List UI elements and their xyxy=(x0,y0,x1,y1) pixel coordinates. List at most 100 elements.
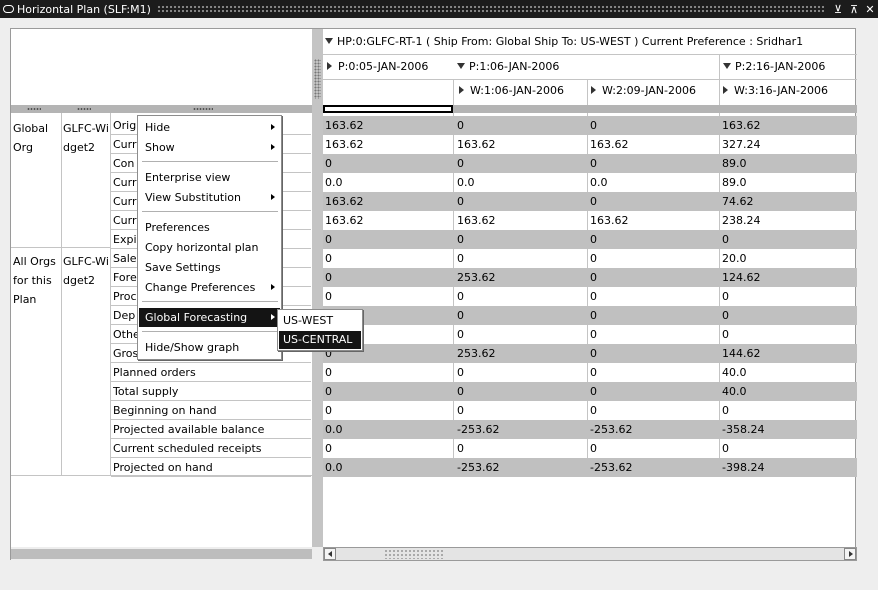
table-cell[interactable]: 0 xyxy=(590,195,597,208)
table-cell[interactable]: 0 xyxy=(325,404,332,417)
collapse-triangle-icon[interactable] xyxy=(325,38,333,44)
table-cell[interactable]: 0 xyxy=(590,290,597,303)
scrollbar-thumb[interactable] xyxy=(384,549,444,559)
menu-item-change-preferences[interactable]: Change Preferences xyxy=(139,278,280,297)
week-header-0[interactable]: W:1:06-JAN-2006 xyxy=(459,84,585,97)
collapse-triangle-icon[interactable] xyxy=(723,63,731,69)
expand-triangle-icon[interactable] xyxy=(327,62,332,70)
table-cell[interactable]: 0 xyxy=(590,119,597,132)
menu-item-hide-show-graph[interactable]: Hide/Show graph xyxy=(139,338,280,357)
table-cell[interactable]: 0 xyxy=(590,385,597,398)
week-header-1[interactable]: W:2:09-JAN-2006 xyxy=(591,84,717,97)
menu-item-hide[interactable]: Hide xyxy=(139,118,280,137)
table-cell[interactable]: 0 xyxy=(325,157,332,170)
menu-item-copy-horizontal-plan[interactable]: Copy horizontal plan xyxy=(139,238,280,257)
menu-item-save-settings[interactable]: Save Settings xyxy=(139,258,280,277)
table-cell[interactable]: 0 xyxy=(722,404,729,417)
restore-button[interactable]: ⊼ xyxy=(846,3,862,16)
table-cell[interactable]: -398.24 xyxy=(722,461,764,474)
table-cell[interactable]: 20.0 xyxy=(722,252,747,265)
selected-header-cell[interactable] xyxy=(323,105,453,113)
table-cell[interactable]: 0.0 xyxy=(590,176,608,189)
expand-triangle-icon[interactable] xyxy=(723,86,728,94)
period-header-2[interactable]: P:2:16-JAN-2006 xyxy=(723,60,855,73)
table-cell[interactable]: -253.62 xyxy=(457,423,499,436)
table-cell[interactable]: 0 xyxy=(325,442,332,455)
table-cell[interactable]: -253.62 xyxy=(590,461,632,474)
table-cell[interactable]: 0 xyxy=(590,366,597,379)
expand-triangle-icon[interactable] xyxy=(459,86,464,94)
table-cell[interactable]: 0 xyxy=(325,385,332,398)
table-cell[interactable]: 0.0 xyxy=(325,461,343,474)
horizontal-scrollbar[interactable] xyxy=(11,547,857,561)
table-cell[interactable]: 0 xyxy=(325,290,332,303)
table-cell[interactable]: 0 xyxy=(590,309,597,322)
table-cell[interactable]: 163.62 xyxy=(325,138,364,151)
table-cell[interactable]: 0.0 xyxy=(325,176,343,189)
expand-triangle-icon[interactable] xyxy=(591,86,596,94)
table-cell[interactable]: 74.62 xyxy=(722,195,754,208)
menu-item-preferences[interactable]: Preferences xyxy=(139,218,280,237)
table-cell[interactable]: 163.62 xyxy=(457,138,496,151)
table-cell[interactable]: 0 xyxy=(325,252,332,265)
table-cell[interactable]: 0 xyxy=(590,252,597,265)
table-cell[interactable]: 0 xyxy=(722,309,729,322)
minimize-button[interactable]: ⊻ xyxy=(830,3,846,16)
table-cell[interactable]: 0 xyxy=(325,366,332,379)
submenu-item-us-west[interactable]: US-WEST xyxy=(279,312,361,330)
period-header-0[interactable]: P:0:05-JAN-2006 xyxy=(327,60,451,73)
table-cell[interactable]: 0 xyxy=(590,157,597,170)
table-cell[interactable]: 0 xyxy=(325,271,332,284)
table-cell[interactable]: 0 xyxy=(590,442,597,455)
table-cell[interactable]: 0 xyxy=(457,157,464,170)
plan-header[interactable]: HP:0:GLFC-RT-1 ( Ship From: Global Ship … xyxy=(325,35,855,48)
menu-item-show[interactable]: Show xyxy=(139,138,280,157)
scroll-left-button[interactable] xyxy=(324,548,336,560)
vertical-splitter[interactable] xyxy=(312,29,323,561)
table-cell[interactable]: 144.62 xyxy=(722,347,761,360)
table-cell[interactable]: 163.62 xyxy=(722,119,761,132)
period-header-1[interactable]: P:1:06-JAN-2006 xyxy=(457,60,717,73)
window-menu-icon[interactable] xyxy=(3,5,14,13)
table-cell[interactable]: 0 xyxy=(457,309,464,322)
scroll-right-button[interactable] xyxy=(844,548,856,560)
table-cell[interactable]: 0 xyxy=(722,233,729,246)
table-cell[interactable]: -253.62 xyxy=(457,461,499,474)
menu-item-enterprise-view[interactable]: Enterprise view xyxy=(139,168,280,187)
week-header-2[interactable]: W:3:16-JAN-2006 xyxy=(723,84,855,97)
table-cell[interactable]: 0 xyxy=(457,195,464,208)
table-cell[interactable]: 89.0 xyxy=(722,157,747,170)
table-cell[interactable]: 163.62 xyxy=(457,214,496,227)
table-cell[interactable]: 40.0 xyxy=(722,385,747,398)
table-cell[interactable]: 327.24 xyxy=(722,138,761,151)
table-cell[interactable]: 0.0 xyxy=(325,423,343,436)
collapse-triangle-icon[interactable] xyxy=(457,63,465,69)
table-cell[interactable]: 0 xyxy=(457,404,464,417)
table-cell[interactable]: 0 xyxy=(722,442,729,455)
table-cell[interactable]: 0 xyxy=(457,233,464,246)
title-bar-grip[interactable] xyxy=(156,5,824,13)
table-cell[interactable]: 0.0 xyxy=(457,176,475,189)
table-cell[interactable]: 0 xyxy=(590,347,597,360)
table-cell[interactable]: 238.24 xyxy=(722,214,761,227)
table-cell[interactable]: 0 xyxy=(590,328,597,341)
table-cell[interactable]: 0 xyxy=(722,328,729,341)
table-cell[interactable]: 40.0 xyxy=(722,366,747,379)
menu-item-global-forecasting[interactable]: Global Forecasting xyxy=(139,308,280,327)
table-cell[interactable]: 163.62 xyxy=(590,214,629,227)
table-cell[interactable]: 253.62 xyxy=(457,271,496,284)
table-cell[interactable]: 124.62 xyxy=(722,271,761,284)
table-cell[interactable]: 89.0 xyxy=(722,176,747,189)
table-cell[interactable]: 0 xyxy=(457,385,464,398)
menu-item-view-substitution[interactable]: View Substitution xyxy=(139,188,280,207)
close-button[interactable]: ✕ xyxy=(862,3,878,16)
table-cell[interactable]: 0 xyxy=(590,271,597,284)
table-cell[interactable]: 0 xyxy=(457,442,464,455)
table-cell[interactable]: 163.62 xyxy=(590,138,629,151)
table-cell[interactable]: 163.62 xyxy=(325,119,364,132)
table-cell[interactable]: 0 xyxy=(457,252,464,265)
table-cell[interactable]: -358.24 xyxy=(722,423,764,436)
table-cell[interactable]: 0 xyxy=(457,290,464,303)
table-cell[interactable]: 163.62 xyxy=(325,214,364,227)
table-cell[interactable]: 0 xyxy=(590,233,597,246)
